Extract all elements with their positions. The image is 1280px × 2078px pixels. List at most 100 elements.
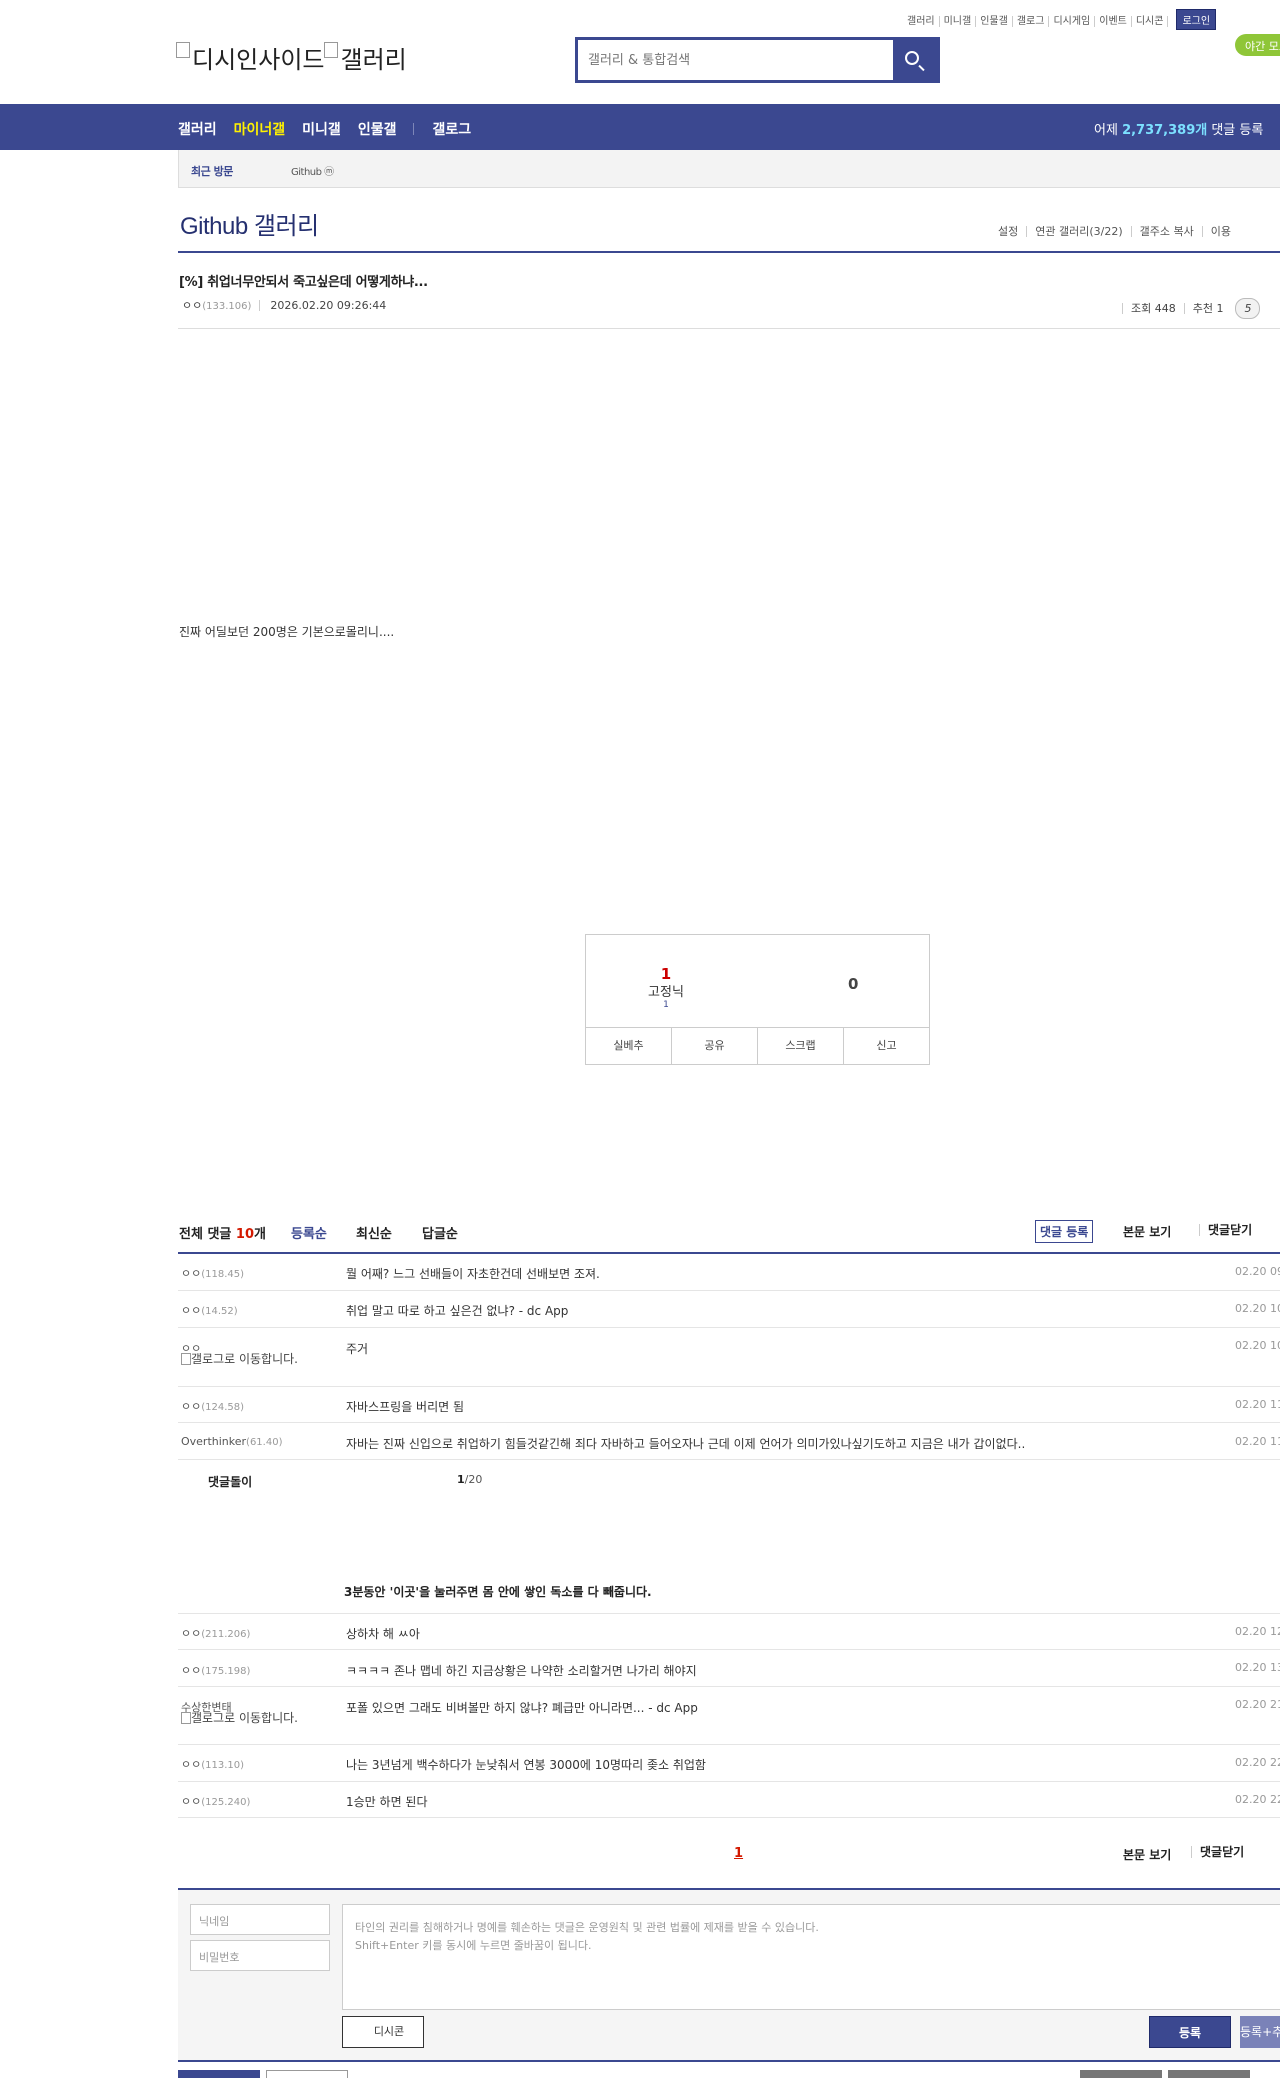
fixed-nick-count: 1 xyxy=(663,1000,669,1010)
recommend-down[interactable]: 0 xyxy=(848,975,858,993)
recommend-box: 1 고정닉 1 0 실베추 공유 스크랩 신고 xyxy=(585,934,930,1065)
recent-gallery-tag[interactable]: Github ⓜ xyxy=(291,163,334,178)
sort-latest[interactable]: 최신순 xyxy=(356,1223,392,1242)
util-game-link[interactable]: 디시게임 xyxy=(1049,16,1096,27)
ad-text[interactable]: 3분동안 '이곳'을 눌러주면 몸 안에 쌓인 독소를 다 빼줍니다. xyxy=(344,1583,652,1600)
copy-address-link[interactable]: 갤주소 복사 xyxy=(1130,226,1202,237)
search-button[interactable] xyxy=(893,40,937,80)
comment-nick[interactable]: ㅇㅇ(175.198) xyxy=(181,1662,250,1678)
search-input[interactable] xyxy=(578,40,888,80)
galog-link[interactable]: 갤로그로 이동합니다. xyxy=(181,1712,298,1725)
comment-nick[interactable]: ㅇㅇ(125.240) xyxy=(181,1793,250,1809)
nav-minor-gallery[interactable]: 마이너갤 xyxy=(234,119,286,139)
share-button[interactable]: 공유 xyxy=(671,1028,757,1064)
comment-textarea[interactable]: 타인의 권리를 침해하거나 명예를 훼손하는 댓글은 운영원칙 및 관련 법률에… xyxy=(342,1904,1280,2010)
galog-link[interactable]: 갤로그로 이동합니다. xyxy=(181,1353,298,1366)
nav-mini-gallery[interactable]: 미니갤 xyxy=(302,119,341,139)
submit-recommend-button[interactable]: 등록+추천 xyxy=(1240,2016,1280,2048)
view-body-link-bottom[interactable]: 본문 보기 xyxy=(1123,1846,1171,1863)
comment-nick[interactable]: ㅇㅇ(118.45) xyxy=(181,1265,244,1281)
comment-time: 02.20 10 xyxy=(1235,1302,1280,1315)
report-button[interactable]: 신고 xyxy=(843,1028,929,1064)
recommend-up[interactable]: 1 고정닉 1 xyxy=(626,965,706,1010)
post-ip: (133.106) xyxy=(202,301,252,312)
comment-text: 상하차 해 ㅆ아 xyxy=(346,1627,420,1641)
site-logo[interactable]: 디시인사이드 갤러리 xyxy=(176,40,407,75)
comment-time: 02.20 22 xyxy=(1235,1756,1280,1769)
write-comment-button[interactable]: 댓글 등록 xyxy=(1035,1220,1094,1243)
bottom-button[interactable] xyxy=(1168,2070,1250,2078)
post-author[interactable]: ㅇㅇ xyxy=(182,299,202,312)
util-event-link[interactable]: 이벤트 xyxy=(1095,16,1132,27)
comment-time: 02.20 11 xyxy=(1235,1398,1280,1411)
form-notice-1: 타인의 권리를 침해하거나 명예를 훼손하는 댓글은 운영원칙 및 관련 법률에… xyxy=(355,1921,819,1934)
comment-row: ㅇㅇ(175.198) ㅋㅋㅋㅋ 존나 맵네 하긴 지금상황은 나약한 소리할거… xyxy=(178,1650,1280,1687)
submit-button[interactable]: 등록 xyxy=(1149,2016,1231,2048)
view-body-link[interactable]: 본문 보기 xyxy=(1123,1223,1171,1240)
comment-text: 자바는 진짜 신입으로 취업하기 힘들것같긴해 죄다 자바하고 들어오자나 근데… xyxy=(346,1437,1026,1451)
password-field[interactable]: 비밀번호 xyxy=(190,1940,330,1971)
comment-row: ㅇㅇ(14.52) 취업 말고 따로 하고 싶은건 없냐? - dc App 0… xyxy=(178,1291,1280,1328)
post-date: 2026.02.20 09:26:44 xyxy=(259,300,386,311)
search-icon xyxy=(905,51,919,65)
nickname-field[interactable]: 닉네임 xyxy=(190,1904,330,1935)
page-current[interactable]: 1 xyxy=(734,1846,743,1861)
util-gallery-link[interactable]: 갤러리 xyxy=(903,16,940,27)
comment-row: ㅇㅇ(113.10) 나는 3년넘게 백수하다가 눈낮춰서 연봉 3000에 1… xyxy=(178,1745,1280,1782)
comment-header: 전체 댓글 10개 등록순 최신순 답글순 댓글 등록 본문 보기 댓글닫기 xyxy=(179,1220,1280,1253)
sort-reply[interactable]: 답글순 xyxy=(422,1223,458,1242)
login-button[interactable]: 로그인 xyxy=(1176,9,1217,30)
comment-nick[interactable]: ㅇㅇ(113.10) xyxy=(181,1756,244,1772)
util-dccon-link[interactable]: 디시콘 xyxy=(1132,16,1169,27)
gallery-title[interactable]: Github 갤러리 xyxy=(180,206,319,241)
comment-nick[interactable]: Overthinker(61.40) xyxy=(181,1435,282,1448)
comment-count-pill[interactable]: 5 xyxy=(1235,298,1261,319)
utility-bar: 갤러리 미니갤 인물갤 갤로그 디시게임 이벤트 디시콘 로그인 xyxy=(903,9,1280,30)
comment-nick[interactable]: ㅇㅇ(14.52) xyxy=(181,1302,238,1318)
nav-gallery[interactable]: 갤러리 xyxy=(178,119,217,139)
util-persongal-link[interactable]: 인물갤 xyxy=(976,16,1013,27)
divider xyxy=(178,251,1280,253)
dccon-button[interactable]: 디시콘 xyxy=(342,2016,424,2048)
close-comments-link[interactable]: 댓글닫기 xyxy=(1199,1224,1252,1236)
sort-registered[interactable]: 등록순 xyxy=(291,1223,327,1242)
bottom-button[interactable] xyxy=(178,2070,260,2078)
comment-text: 뭘 어째? 느그 선배들이 자초한건데 선배보면 조져. xyxy=(346,1267,600,1281)
bottom-button[interactable] xyxy=(1080,2070,1162,2078)
comment-nick[interactable]: ㅇㅇ(124.58) xyxy=(181,1398,244,1414)
comment-text: 나는 3년넘게 백수하다가 눈낮춰서 연봉 3000에 10명따리 좆소 취업함 xyxy=(346,1758,706,1772)
comment-time: 02.20 09 xyxy=(1235,1265,1280,1278)
comment-time: 02.20 13 xyxy=(1235,1661,1280,1674)
comment-nick[interactable]: ㅇㅇ(211.206) xyxy=(181,1625,250,1641)
comment-row: ㅇㅇ(211.206) 상하차 해 ㅆ아 02.20 12 xyxy=(178,1614,1280,1650)
comment-text: 포폴 있으면 그래도 비벼볼만 하지 않냐? 폐급만 아니라면... - dc … xyxy=(346,1701,698,1715)
related-gallery-link[interactable]: 연관 갤러리(3/22) xyxy=(1026,226,1130,237)
nav-person-gallery[interactable]: 인물갤 xyxy=(358,119,397,139)
form-notice-2: Shift+Enter 키를 동시에 누르면 줄바꿈이 됩니다. xyxy=(355,1939,592,1952)
comment-stat: 어제 2,737,389개 댓글 등록 xyxy=(1094,123,1264,138)
comment-row: Overthinker(61.40) 자바는 진짜 신입으로 취업하기 힘들것같… xyxy=(178,1423,1280,1460)
bottom-button[interactable] xyxy=(266,2070,348,2078)
close-comments-link-bottom[interactable]: 댓글닫기 xyxy=(1191,1846,1244,1858)
comment-row: ㅇㅇ(118.45) 뭘 어째? 느그 선배들이 자초한건데 선배보면 조져. … xyxy=(178,1255,1280,1291)
night-mode-toggle[interactable]: 야간 모드 xyxy=(1235,34,1280,56)
comment-text: 자바스프링을 버리면 됨 xyxy=(346,1400,465,1414)
main-nav: 갤러리 마이너갤 미니갤 인물갤 갤로그 어제 2,737,389개 댓글 등록 xyxy=(0,104,1280,150)
broken-image-icon xyxy=(176,42,190,58)
post-title: [%] 취업너무안되서 죽고싶은데 어떻게하냐... xyxy=(179,275,428,290)
comment-row: ㅇㅇ 갤로그로 이동합니다. 주거 02.20 10 xyxy=(178,1328,1280,1387)
util-galog-link[interactable]: 갤로그 xyxy=(1013,16,1050,27)
divider xyxy=(178,1252,1280,1254)
silbe-button[interactable]: 실베추 xyxy=(586,1028,671,1064)
scrap-button[interactable]: 스크랩 xyxy=(757,1028,843,1064)
nav-galog[interactable]: 갤로그 xyxy=(432,119,471,139)
recent-visit-label[interactable]: 최근 방문 xyxy=(191,163,233,179)
broken-image-icon xyxy=(324,42,339,58)
comment-time: 02.20 22 xyxy=(1235,1793,1280,1806)
comment-write-form: 닉네임 비밀번호 타인의 권리를 침해하거나 명예를 훼손하는 댓글은 운영원칙… xyxy=(178,1890,1280,2060)
post-body: 진짜 어딜보던 200명은 기본으로몰리니.... xyxy=(179,625,395,639)
util-minigal-link[interactable]: 미니갤 xyxy=(940,16,977,27)
settings-link[interactable]: 설정 xyxy=(990,226,1026,237)
usage-link[interactable]: 이용 xyxy=(1201,226,1239,237)
recommend-count: 추천 1 xyxy=(1183,303,1232,314)
